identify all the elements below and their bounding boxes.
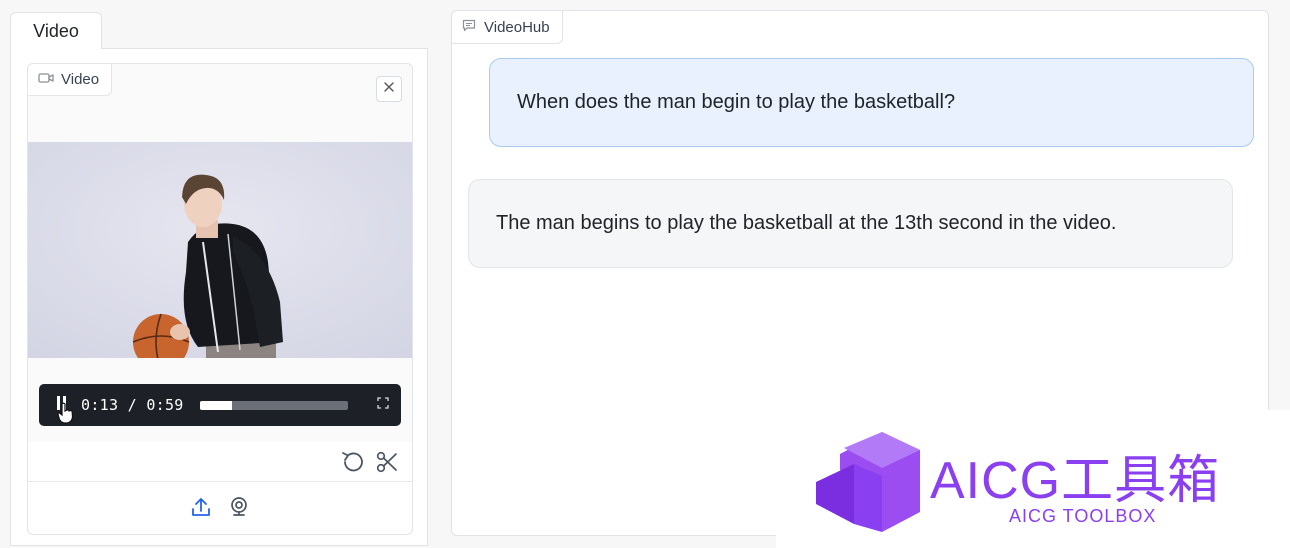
pause-button[interactable] [57, 395, 74, 424]
edit-toolbar [28, 442, 412, 482]
logo-icon [814, 426, 922, 543]
watermark-title: AICG工具箱 [930, 452, 1221, 510]
video-camera-icon [38, 71, 54, 88]
tab-video[interactable]: Video [10, 12, 102, 49]
trim-button[interactable] [375, 450, 399, 479]
video-controls: 0:13 / 0:59 [39, 384, 401, 426]
bot-message-text: The man begins to play the basketball at… [496, 212, 1117, 234]
tab-video-label: Video [33, 20, 79, 41]
scissors-icon [375, 450, 399, 479]
webcam-icon [228, 496, 250, 523]
fullscreen-button[interactable] [377, 396, 389, 414]
progress-bar[interactable] [199, 400, 348, 410]
bot-message: The man begins to play the basketball at… [468, 179, 1233, 268]
chat-icon [462, 19, 476, 36]
clear-video-button[interactable] [376, 76, 402, 102]
upload-button[interactable] [190, 496, 212, 523]
fullscreen-icon [377, 396, 389, 414]
undo-button[interactable] [339, 450, 365, 479]
user-message-text: When does the man begin to play the bask… [517, 91, 956, 113]
video-frame[interactable] [28, 142, 412, 358]
source-selector [28, 482, 412, 534]
video-still-image [28, 142, 412, 358]
progress-fill [199, 400, 233, 410]
video-block-label-text: Video [61, 71, 100, 88]
hand-cursor-icon [57, 402, 75, 429]
video-component: Video 0:13 / 0:59 [27, 63, 413, 535]
video-block-label: Video [28, 64, 113, 96]
undo-icon [339, 450, 365, 479]
close-icon [383, 80, 395, 98]
chatbot-title: VideoHub [484, 18, 550, 36]
video-panel: Video 0:13 / 0:59 [10, 48, 428, 546]
chatbot-label: VideoHub [452, 11, 563, 44]
watermark-subtitle: AICG TOOLBOX [1009, 506, 1157, 526]
upload-icon [190, 496, 212, 523]
user-message: When does the man begin to play the bask… [489, 58, 1254, 147]
time-display: 0:13 / 0:59 [81, 396, 184, 414]
watermark: AICG工具箱 AICG TOOLBOX [776, 410, 1290, 548]
webcam-button[interactable] [228, 496, 250, 523]
